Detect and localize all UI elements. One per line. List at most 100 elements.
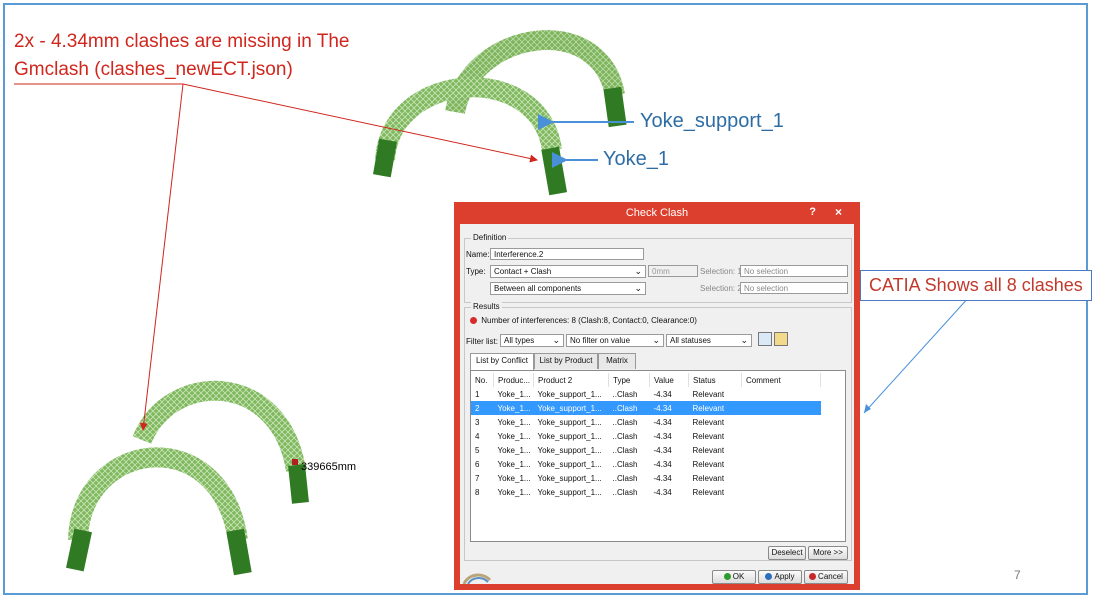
table-cell-p1: Yoke_1... [497, 389, 531, 399]
tab-list-by-conflict[interactable]: List by Conflict [470, 353, 534, 370]
clash-marker [292, 459, 298, 465]
table-cell-type: ..Clash [612, 389, 638, 399]
definition-label: Definition [471, 233, 509, 242]
table-row[interactable]: 4 Yoke_1... Yoke_support_1... ..Clash -4.34 R… [471, 429, 821, 443]
yoke-label: Yoke_1 [603, 148, 669, 170]
clearance-field[interactable]: 0mm [648, 265, 698, 277]
table-cell-p2: Yoke_support_1... [537, 487, 602, 497]
table-cell-no: 3 [475, 417, 480, 427]
chevron-down-icon: ⌄ [652, 335, 660, 345]
table-row[interactable]: 8 Yoke_1... Yoke_support_1... ..Clash -4.34 R… [471, 485, 821, 499]
table-cell-value: -4.34 [653, 431, 672, 441]
table-row[interactable]: 2 Yoke_1... Yoke_support_1... ..Clash -4.34 R… [471, 401, 821, 415]
interference-summary-text: Number of interferences: 8 (Clash:8, Con… [481, 316, 697, 325]
filter-type-value: All types [504, 336, 535, 345]
table-cell-comment [742, 485, 821, 499]
scope-select[interactable]: Between all components ⌄ [490, 282, 646, 295]
tab-list-by-product[interactable]: List by Product [534, 353, 598, 369]
ok-button[interactable]: OK [712, 570, 756, 584]
column-header[interactable]: Type [608, 373, 650, 387]
table-row[interactable]: 6 Yoke_1... Yoke_support_1... ..Clash -4.34 R… [471, 457, 821, 471]
selection1-field[interactable]: No selection [740, 265, 848, 277]
table-cell-value: -4.34 [653, 445, 672, 455]
table-row[interactable]: 3 Yoke_1... Yoke_support_1... ..Clash -4.34 R… [471, 415, 821, 429]
table-cell-p1: Yoke_1... [497, 431, 531, 441]
apply-label: Apply [774, 572, 795, 581]
ok-icon [723, 573, 731, 581]
clash-list[interactable]: No. Produc... Product 2 Type Value Statu… [470, 370, 846, 542]
table-row[interactable]: 7 Yoke_1... Yoke_support_1... ..Clash -4.34 R… [471, 471, 821, 485]
table-cell-no: 6 [475, 459, 480, 469]
help-button[interactable]: ? [809, 206, 816, 218]
column-header[interactable]: Comment [741, 373, 821, 387]
catia-note-pointer [863, 295, 971, 414]
table-cell-comment [741, 401, 821, 415]
table-row[interactable]: 5 Yoke_1... Yoke_support_1... ..Clash -4.34 R… [471, 443, 821, 457]
table-cell-comment [742, 429, 821, 443]
filter-type-select[interactable]: All types ⌄ [500, 334, 564, 347]
column-header[interactable]: Produc... [493, 373, 534, 387]
results-label: Results [471, 302, 502, 311]
table-cell-no: 1 [475, 389, 480, 399]
type-label: Type: [466, 267, 486, 276]
selection2-field[interactable]: No selection [740, 282, 848, 294]
table-cell-status: Relevant [692, 417, 725, 427]
more-button[interactable]: More >> [808, 546, 848, 560]
type-select-value: Contact + Clash [494, 267, 552, 276]
dimension-label: 339665mm [301, 461, 357, 473]
filter-value-value: No filter on value [570, 336, 631, 345]
close-button[interactable]: × [835, 205, 842, 219]
alert-light-icon [470, 317, 477, 325]
table-cell-type: ..Clash [612, 445, 638, 455]
missing-clashes-note: 2x - 4.34mm clashes are missing in The G… [14, 28, 349, 84]
chevron-down-icon: ⌄ [634, 266, 642, 276]
table-cell-status: Relevant [692, 445, 725, 455]
table-cell-value: -4.34 [653, 459, 672, 469]
cancel-label: Cancel [818, 572, 843, 581]
table-cell-comment [742, 457, 821, 471]
table-cell-p1: Yoke_1... [497, 473, 531, 483]
table-cell-type: ..Clash [612, 417, 638, 427]
column-header[interactable]: Status [688, 373, 742, 387]
apply-icon [765, 573, 773, 581]
scope-select-value: Between all components [494, 284, 582, 293]
type-select[interactable]: Contact + Clash ⌄ [490, 265, 646, 278]
export-report-icon[interactable] [774, 332, 788, 346]
column-header[interactable]: No. [471, 373, 494, 387]
table-cell-type: ..Clash [608, 401, 650, 415]
table-cell-type: ..Clash [612, 487, 638, 497]
table-cell-p1: Yoke_1... [497, 445, 531, 455]
table-cell-p1: Yoke_1... [497, 417, 531, 427]
table-cell-comment [742, 415, 821, 429]
table-cell-type: ..Clash [612, 473, 638, 483]
table-cell-p2: Yoke_support_1... [537, 389, 602, 399]
column-header[interactable]: Product 2 [533, 373, 609, 387]
table-cell-no: 2 [471, 401, 494, 415]
filter-status-select[interactable]: All statuses ⌄ [666, 334, 752, 347]
table-cell-p2: Yoke_support_1... [537, 417, 602, 427]
table-cell-status: Relevant [692, 389, 725, 399]
column-header[interactable]: Value [649, 373, 689, 387]
cancel-button[interactable]: Cancel [804, 570, 848, 584]
table-cell-value: -4.34 [653, 389, 672, 399]
dialog-titlebar[interactable]: Check Clash ? × [460, 202, 854, 224]
preview-window-icon[interactable] [758, 332, 772, 346]
table-cell-no: 5 [475, 445, 480, 455]
tab-matrix[interactable]: Matrix [598, 353, 636, 369]
filter-value-select[interactable]: No filter on value ⌄ [566, 334, 664, 347]
deselect-button[interactable]: Deselect [768, 546, 806, 560]
table-cell-p2: Yoke_support_1... [537, 473, 602, 483]
table-cell-p2: Yoke_support_1... [537, 459, 602, 469]
table-row[interactable]: 1 Yoke_1... Yoke_support_1... ..Clash -4.34 R… [471, 387, 821, 401]
note-line-1: 2x - 4.34mm clashes are missing in The [14, 31, 350, 52]
table-cell-value: -4.34 [653, 473, 672, 483]
table-cell-type: ..Clash [612, 459, 638, 469]
table-cell-value: -4.34 [653, 417, 672, 427]
chevron-down-icon: ⌄ [740, 335, 748, 345]
table-cell-p1: Yoke_1... [493, 401, 534, 415]
catia-logo-icon [462, 573, 492, 584]
table-cell-p2: Yoke_support_1... [537, 445, 602, 455]
apply-button[interactable]: Apply [758, 570, 802, 584]
table-cell-value: -4.34 [653, 487, 672, 497]
name-field[interactable]: Interference.2 [490, 248, 644, 260]
